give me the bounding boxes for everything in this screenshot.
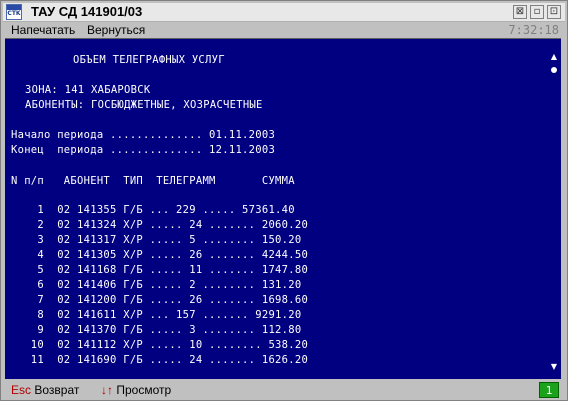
table-row: 9 02 141370 Г/Б ..... 3 ........ 112.80 bbox=[11, 324, 302, 336]
table-row: 10 02 141112 Х/Р ..... 10 ........ 538.2… bbox=[11, 339, 309, 351]
zone-line: ЗОНА: 141 ХАБАРОВСК bbox=[25, 84, 151, 96]
subscribers-line: АБОНЕНТЫ: ГОСБЮДЖЕТНЫЕ, ХОЗРАСЧЕТНЫЕ bbox=[25, 99, 263, 111]
clock: 7:32:18 bbox=[508, 23, 559, 37]
esc-hint[interactable]: Esc Возврат bbox=[11, 383, 79, 397]
esc-key: Esc bbox=[11, 383, 32, 397]
table-row: 8 02 141611 Х/Р ... 157 ....... 9291.20 bbox=[11, 309, 302, 321]
menu-bar: Напечатать Вернуться 7:32:18 bbox=[3, 22, 565, 38]
table-row: 1 02 141355 Г/Б ... 229 ..... 57361.40 bbox=[11, 204, 295, 216]
report-title: ОБЪЕМ ТЕЛЕГРАФНЫХ УСЛУГ bbox=[73, 54, 225, 66]
pin-button[interactable]: ⊠ bbox=[513, 5, 527, 19]
terminal-screen: ОБЪЕМ ТЕЛЕГРАФНЫХ УСЛУГ ЗОНА: 141 ХАБАРО… bbox=[5, 38, 561, 379]
app-icon[interactable]: CTK bbox=[6, 4, 22, 20]
menu-back[interactable]: Вернуться bbox=[87, 23, 145, 37]
esc-label: Возврат bbox=[34, 383, 80, 397]
app-window: CTK ТАУ СД 141901/03 ⊠ ▫ ⊡ Напечатать Ве… bbox=[0, 0, 568, 401]
table-row: 6 02 141406 Г/Б ..... 2 ........ 131.20 bbox=[11, 279, 302, 291]
title-bar[interactable]: CTK ТАУ СД 141901/03 ⊠ ▫ ⊡ bbox=[3, 3, 565, 22]
table-row: 7 02 141200 Г/Б ..... 26 ....... 1698.60 bbox=[11, 294, 309, 306]
browse-hint[interactable]: ↓↑ Просмотр bbox=[101, 383, 171, 397]
table-row: 3 02 141317 Х/Р ..... 5 ........ 150.20 bbox=[11, 234, 302, 246]
period-end-line: Конец периода .............. 12.11.2003 bbox=[11, 144, 276, 156]
window-title: ТАУ СД 141901/03 bbox=[31, 4, 143, 19]
table-row: 11 02 141690 Г/Б ..... 24 ....... 1626.2… bbox=[11, 354, 309, 366]
table-header: N п/п АБОНЕНТ ТИП ТЕЛЕГРАММ СУММА bbox=[11, 175, 295, 187]
restore-button[interactable]: ▫ bbox=[530, 5, 544, 19]
table-row: 4 02 141305 Х/Р ..... 26 ....... 4244.50 bbox=[11, 249, 309, 261]
page-indicator: 1 bbox=[539, 382, 559, 398]
status-bar: Esc Возврат ↓↑ Просмотр 1 bbox=[3, 380, 565, 400]
period-start-line: Начало периода .............. 01.11.2003 bbox=[11, 129, 276, 141]
scroll-up-icon[interactable]: ▲ bbox=[550, 53, 558, 61]
arrows-icon: ↓↑ bbox=[101, 383, 113, 397]
scrollbar[interactable]: ▲ ▼ bbox=[550, 53, 558, 371]
scroll-thumb[interactable] bbox=[551, 67, 557, 73]
maximize-button[interactable]: ⊡ bbox=[547, 5, 561, 19]
browse-label: Просмотр bbox=[116, 383, 172, 397]
table-row: 5 02 141168 Г/Б ..... 11 ....... 1747.80 bbox=[11, 264, 309, 276]
menu-print[interactable]: Напечатать bbox=[11, 23, 75, 37]
table-row: 2 02 141324 Х/Р ..... 24 ....... 2060.20 bbox=[11, 219, 309, 231]
scroll-down-icon[interactable]: ▼ bbox=[550, 363, 558, 371]
